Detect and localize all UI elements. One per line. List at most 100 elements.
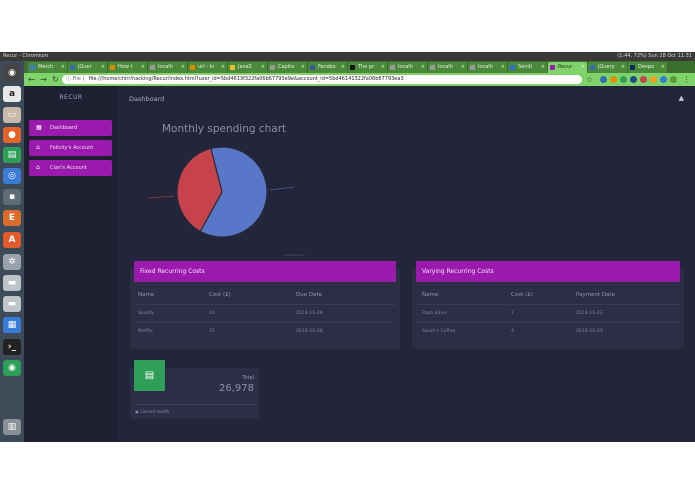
reload-icon[interactable]: ↻	[50, 74, 61, 85]
browser-tab[interactable]: Facebo ×	[308, 62, 347, 73]
browser-tab[interactable]: jQuer ×	[68, 62, 107, 73]
table-cell: 2018-10-28	[296, 329, 323, 334]
table-cell: 15	[209, 329, 215, 334]
launcher-calc-icon[interactable]: ▤	[3, 147, 21, 163]
browser-tab[interactable]: localh ×	[148, 62, 187, 73]
chart-title: Monthly spending chart	[162, 123, 287, 135]
tab-close-icon[interactable]: ×	[301, 62, 305, 73]
sidebar-item-label: Felicity's Account	[50, 145, 94, 151]
sidebar-item-dashboard[interactable]: ▦ Dashboard	[29, 120, 112, 136]
tab-close-icon[interactable]: ×	[261, 62, 265, 73]
extension-icon[interactable]	[670, 76, 677, 83]
tab-label: localh	[438, 64, 453, 70]
column-header: Cost (£)	[511, 292, 533, 298]
extension-icon[interactable]	[650, 76, 657, 83]
extension-icon[interactable]	[630, 76, 637, 83]
browser-tab[interactable]: How t ×	[108, 62, 147, 73]
bank-icon: ⌂	[36, 164, 40, 171]
tab-close-icon[interactable]: ×	[461, 62, 465, 73]
table-cell: Netflix	[138, 329, 153, 334]
menu-icon[interactable]: ⋮	[681, 74, 692, 85]
launcher-chromium-icon[interactable]: ◎	[3, 168, 21, 184]
sidebar-item-felicity[interactable]: ⌂ Felicity's Account	[29, 140, 112, 156]
browser-tab[interactable]: jQuery ×	[588, 62, 627, 73]
tab-favicon-icon	[70, 65, 75, 70]
browser-tab[interactable]: Capita ×	[268, 62, 307, 73]
bookmark-star-icon[interactable]: ☆	[584, 74, 595, 85]
forward-icon[interactable]: →	[38, 74, 49, 85]
tab-label: url - In	[198, 64, 215, 70]
browser-tab[interactable]: Merch ×	[28, 62, 67, 73]
launcher-ide-icon[interactable]: ▪	[3, 189, 21, 205]
pie-leader-line	[147, 195, 175, 199]
column-header: Cost (£)	[209, 292, 231, 298]
column-header: Name	[138, 292, 155, 298]
tab-close-icon[interactable]: ×	[101, 62, 105, 73]
system-status: (1:44, 72%) Sun 28 Oct 11:31	[617, 53, 692, 59]
tab-close-icon[interactable]: ×	[181, 62, 185, 73]
browser-tab[interactable]: localh ×	[388, 62, 427, 73]
launcher-writer-icon[interactable]: ▦	[3, 317, 21, 333]
table-cell: Spotify	[138, 311, 154, 316]
tab-strip: Merch × jQuer × How t × localh × url - In × JavaS ×…	[24, 61, 695, 73]
launcher-software-icon[interactable]: A	[3, 232, 21, 248]
launcher-drive2-icon[interactable]: ▬	[3, 296, 21, 312]
notifications-bell-icon[interactable]: ▲	[679, 94, 684, 102]
chart-credit[interactable]: CanvasJS.com	[284, 253, 305, 257]
launcher: ◉ a ▭ ● ▤ ◎ ▪ E A ✲ ▬ ▬ ▦ ›_ ◉ ▥	[0, 61, 24, 442]
extension-icon[interactable]	[640, 76, 647, 83]
browser-tab[interactable]: localh ×	[468, 62, 507, 73]
calendar-icon: ▣	[135, 409, 139, 414]
launcher-firefox-icon[interactable]: ●	[3, 127, 21, 143]
tab-label: How t	[118, 64, 133, 70]
tab-close-icon[interactable]: ×	[381, 62, 385, 73]
browser-toolbar: ← → ↻ ⓘ File | file:///home/chirr/hackin…	[24, 73, 695, 86]
address-bar[interactable]: ⓘ File | file:///home/chirr/hacking/Recu…	[62, 75, 582, 84]
sidebar-item-cian[interactable]: ⌂ Cian's Account	[29, 160, 112, 176]
extension-icon[interactable]	[660, 76, 667, 83]
launcher-terminal-icon[interactable]: ›_	[3, 339, 21, 355]
browser-tab[interactable]: The pr ×	[348, 62, 387, 73]
window-title: Recur - Chromium	[3, 53, 49, 59]
launcher-settings-icon[interactable]: ✲	[3, 254, 21, 270]
browser-tab[interactable]: Devpo ×	[628, 62, 667, 73]
tab-close-icon[interactable]: ×	[61, 62, 65, 73]
tab-close-icon[interactable]: ×	[501, 62, 505, 73]
tab-close-icon[interactable]: ×	[661, 62, 665, 73]
launcher-amazon-icon[interactable]: a	[3, 86, 21, 102]
table-cell: Papa Johns	[422, 311, 447, 316]
launcher-trash-icon[interactable]: ▥	[3, 419, 21, 435]
column-header: Payment Date	[576, 292, 615, 298]
brand-logo[interactable]: RECUR	[24, 94, 118, 101]
tab-close-icon[interactable]: ×	[221, 62, 225, 73]
launcher-drive-icon[interactable]: ▬	[3, 275, 21, 291]
browser-tab[interactable]: url - In ×	[188, 62, 227, 73]
launcher-files-icon[interactable]: ▭	[3, 107, 21, 123]
tab-close-icon[interactable]: ×	[581, 62, 585, 73]
varying-costs-title: Varying Recurring Costs	[416, 261, 680, 282]
launcher-app-icon[interactable]: ◉	[3, 360, 21, 376]
extension-icon[interactable]	[610, 76, 617, 83]
tab-close-icon[interactable]: ×	[541, 62, 545, 73]
table-cell: 4	[511, 329, 514, 334]
browser-tab[interactable]: Recur ×	[548, 62, 587, 73]
tab-label: jQuery	[598, 64, 615, 70]
extension-icon[interactable]	[600, 76, 607, 83]
browser-tab[interactable]: JavaS ×	[228, 62, 267, 73]
launcher-ubuntu-icon[interactable]: ◉	[3, 65, 21, 81]
back-icon[interactable]: ←	[26, 74, 37, 85]
tab-close-icon[interactable]: ×	[421, 62, 425, 73]
tab-label: jQuer	[78, 64, 92, 70]
launcher-document-icon[interactable]: E	[3, 210, 21, 226]
stat-value: 26,978	[219, 383, 254, 394]
spending-pie-chart	[147, 146, 295, 238]
tab-close-icon[interactable]: ×	[621, 62, 625, 73]
tab-close-icon[interactable]: ×	[141, 62, 145, 73]
browser-tab[interactable]: Sendi ×	[508, 62, 547, 73]
tab-close-icon[interactable]: ×	[341, 62, 345, 73]
extension-icon[interactable]	[620, 76, 627, 83]
table-cell: 10	[209, 311, 215, 316]
sidebar: RECUR ▦ Dashboard ⌂ Felicity's Account ⌂…	[24, 86, 118, 442]
browser-tab[interactable]: localh ×	[428, 62, 467, 73]
table-cell: 2018-10-28	[296, 311, 323, 316]
